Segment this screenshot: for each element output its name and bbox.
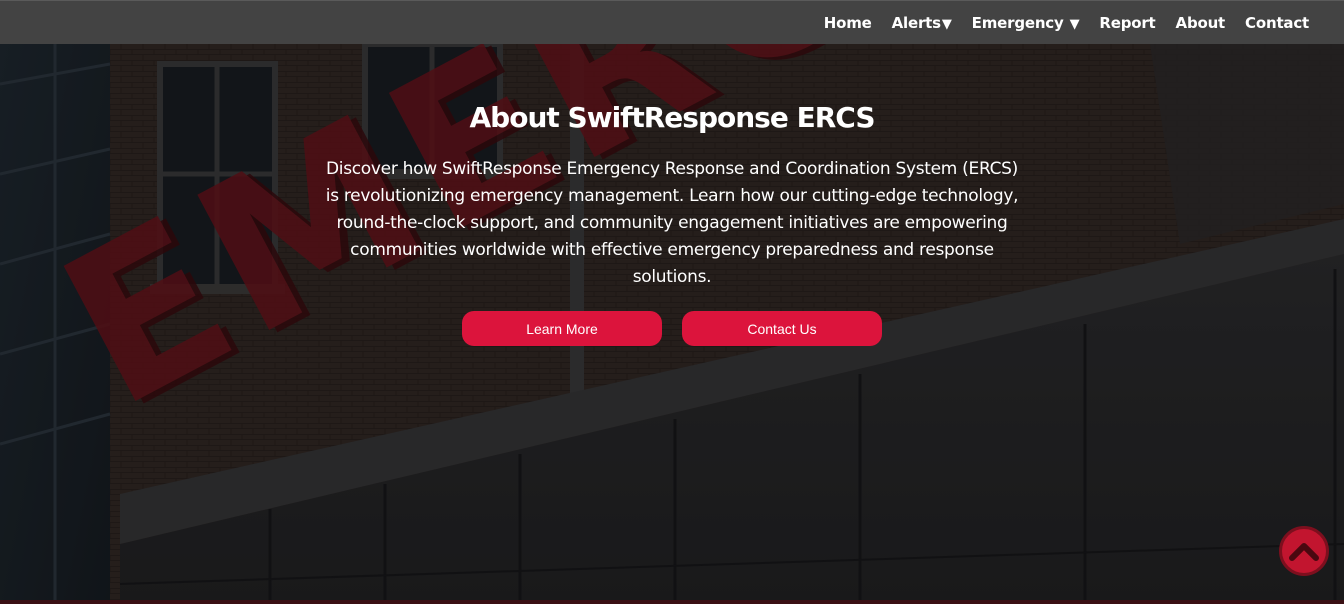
hero-content: About SwiftResponse ERCS Discover how Sw… xyxy=(0,100,1344,346)
chevron-up-icon xyxy=(1289,543,1319,561)
nav-about-link[interactable]: About xyxy=(1176,14,1226,32)
nav-contact-label: Contact xyxy=(1245,14,1309,32)
hero-description: Discover how SwiftResponse Emergency Res… xyxy=(325,159,1019,287)
nav-emergency-dropdown[interactable]: Emergency ▼ xyxy=(972,14,1080,32)
nav-menu: Home Alerts▼ Emergency ▼ Report About Con… xyxy=(824,1,1309,45)
nav-emergency-label: Emergency xyxy=(971,14,1064,32)
hero-buttons: Learn More Contact Us xyxy=(0,311,1344,346)
page: Home Alerts▼ Emergency ▼ Report About Con… xyxy=(0,0,1344,604)
nav-report-link[interactable]: Report xyxy=(1099,14,1155,32)
footer-edge xyxy=(0,600,1344,604)
hero-title: About SwiftResponse ERCS xyxy=(469,101,876,134)
learn-more-button[interactable]: Learn More xyxy=(462,311,662,346)
top-navbar: Home Alerts▼ Emergency ▼ Report About Con… xyxy=(0,0,1344,44)
caret-down-icon: ▼ xyxy=(941,17,952,32)
scroll-to-top-button[interactable] xyxy=(1279,526,1329,576)
nav-about-label: About xyxy=(1175,14,1226,32)
contact-us-button[interactable]: Contact Us xyxy=(682,311,882,346)
nav-alerts-dropdown[interactable]: Alerts▼ xyxy=(892,14,952,32)
caret-down-icon: ▼ xyxy=(1069,17,1080,32)
nav-home-link[interactable]: Home xyxy=(824,14,872,32)
nav-contact-link[interactable]: Contact xyxy=(1245,14,1309,32)
nav-report-label: Report xyxy=(1099,14,1156,32)
nav-alerts-label: Alerts xyxy=(891,14,941,32)
nav-home-label: Home xyxy=(823,14,872,32)
